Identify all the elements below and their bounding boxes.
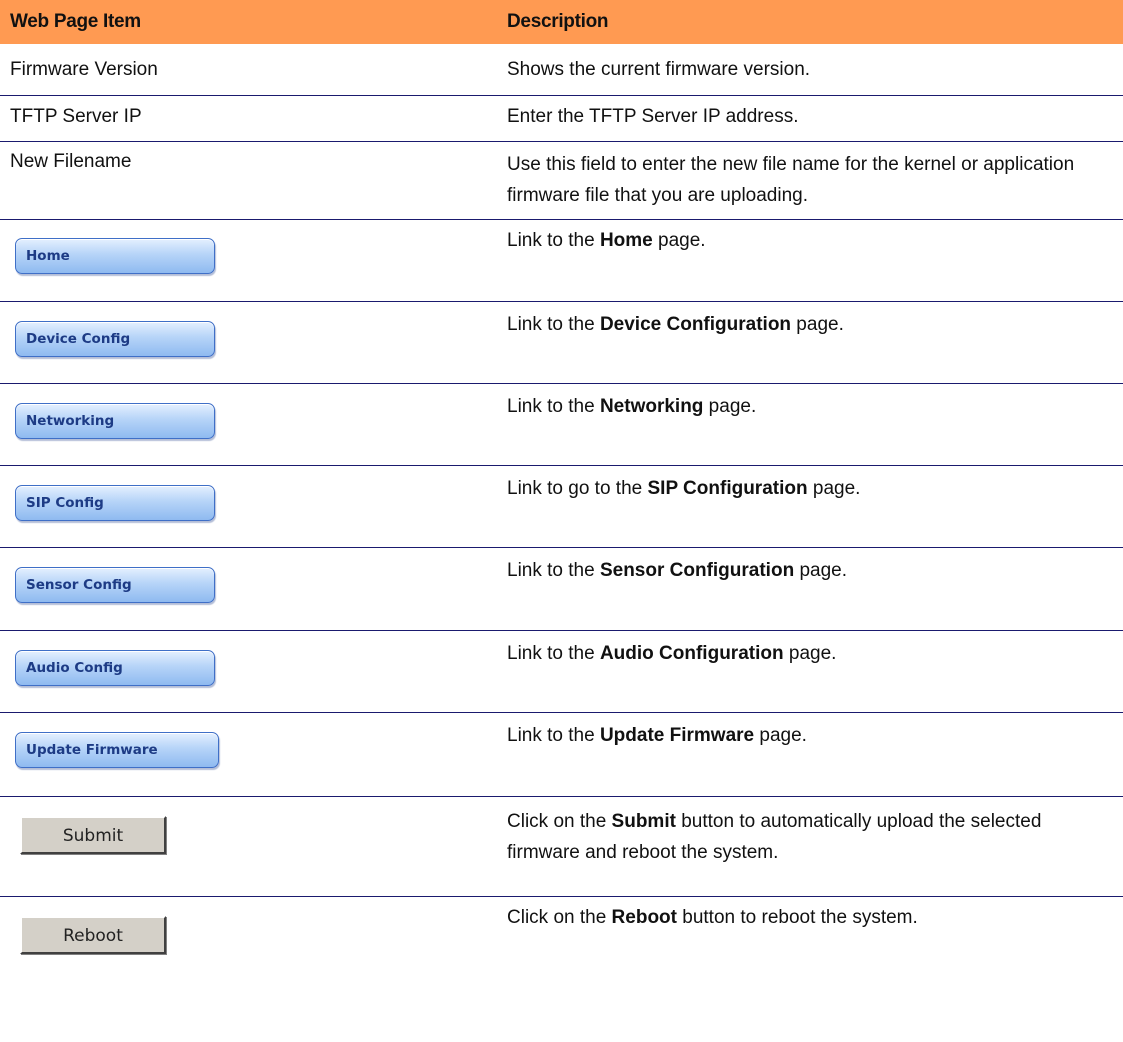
home-button[interactable]: Home: [15, 238, 215, 274]
header-web-page-item: Web Page Item: [10, 11, 141, 32]
sensor-config-button[interactable]: Sensor Config: [15, 567, 215, 603]
device-config-button[interactable]: Device Config: [15, 321, 215, 357]
description-networking: Link to the Networking page.: [507, 396, 757, 417]
audio-config-button[interactable]: Audio Config: [15, 650, 215, 686]
description-new-filename: Use this field to enter the new file nam…: [507, 154, 1075, 206]
sensor-config-button-label: Sensor Config: [26, 577, 132, 593]
table-header: Web Page Item Description: [0, 0, 1123, 44]
row-divider: [0, 630, 1123, 631]
description-firmware-version: Shows the current firmware version.: [507, 59, 811, 80]
row-divider: [0, 219, 1123, 220]
submit-button[interactable]: Submit: [20, 816, 166, 854]
sip-config-button-label: SIP Config: [26, 495, 104, 511]
device-config-button-label: Device Config: [26, 331, 131, 347]
reboot-button[interactable]: Reboot: [20, 916, 166, 954]
description-submit: Click on the Submit button to automatica…: [507, 811, 1042, 863]
audio-config-button-label: Audio Config: [26, 660, 123, 676]
row-divider: [0, 465, 1123, 466]
row-divider: [0, 301, 1123, 302]
row-divider: [0, 547, 1123, 548]
description-device-config: Link to the Device Configuration page.: [507, 314, 844, 335]
description-sip-config: Link to go to the SIP Configuration page…: [507, 478, 861, 499]
item-new-filename: New Filename: [10, 151, 132, 172]
description-audio-config: Link to the Audio Configuration page.: [507, 643, 837, 664]
row-divider: [0, 896, 1123, 897]
reboot-button-label: Reboot: [63, 926, 123, 946]
update-firmware-button[interactable]: Update Firmware: [15, 732, 219, 768]
row-divider: [0, 796, 1123, 797]
home-button-label: Home: [26, 248, 70, 264]
submit-button-label: Submit: [62, 826, 124, 846]
item-firmware-version: Firmware Version: [10, 59, 158, 80]
row-divider: [0, 95, 1123, 96]
description-home: Link to the Home page.: [507, 230, 706, 251]
description-update-firmware: Link to the Update Firmware page.: [507, 725, 807, 746]
description-sensor-config: Link to the Sensor Configuration page.: [507, 560, 848, 581]
row-divider: [0, 141, 1123, 142]
row-divider: [0, 712, 1123, 713]
header-description: Description: [507, 11, 609, 32]
item-tftp-server-ip: TFTP Server IP: [10, 106, 142, 127]
sip-config-button[interactable]: SIP Config: [15, 485, 215, 521]
description-reboot: Click on the Reboot button to reboot the…: [507, 907, 918, 928]
row-divider: [0, 383, 1123, 384]
update-firmware-button-label: Update Firmware: [26, 742, 158, 758]
networking-button-label: Networking: [26, 413, 115, 429]
description-tftp-server-ip: Enter the TFTP Server IP address.: [507, 106, 799, 127]
networking-button[interactable]: Networking: [15, 403, 215, 439]
